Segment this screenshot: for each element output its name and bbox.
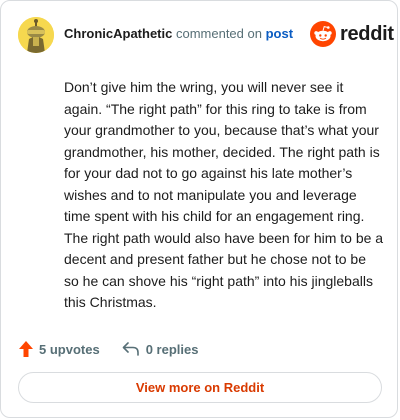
reddit-snoo-icon [310, 21, 336, 47]
replies-button[interactable]: 0 replies [122, 341, 199, 357]
comment-header: ChronicApathetic commented on post [64, 27, 293, 41]
upvote-arrow-icon [19, 341, 33, 357]
upvote-button[interactable]: 5 upvotes [18, 340, 100, 358]
reddit-logo[interactable]: reddit [310, 20, 394, 48]
reply-arrow-icon [122, 342, 139, 356]
comment-body: Don’t give him the wring, you will never… [64, 79, 384, 310]
action-text: commented on [175, 26, 262, 41]
view-more-button[interactable]: View more on Reddit [18, 372, 382, 403]
snoo-avatar-icon [18, 17, 54, 53]
comment-footer: 5 upvotes 0 replies [18, 339, 198, 359]
post-link[interactable]: post [266, 26, 293, 41]
reddit-wordmark: reddit [340, 22, 394, 45]
avatar[interactable] [18, 17, 54, 53]
username[interactable]: ChronicApathetic [64, 26, 172, 41]
upvote-count: 5 upvotes [39, 341, 100, 357]
reply-count: 0 replies [145, 341, 199, 357]
comment-card: ChronicApathetic commented on post reddi… [0, 0, 398, 418]
